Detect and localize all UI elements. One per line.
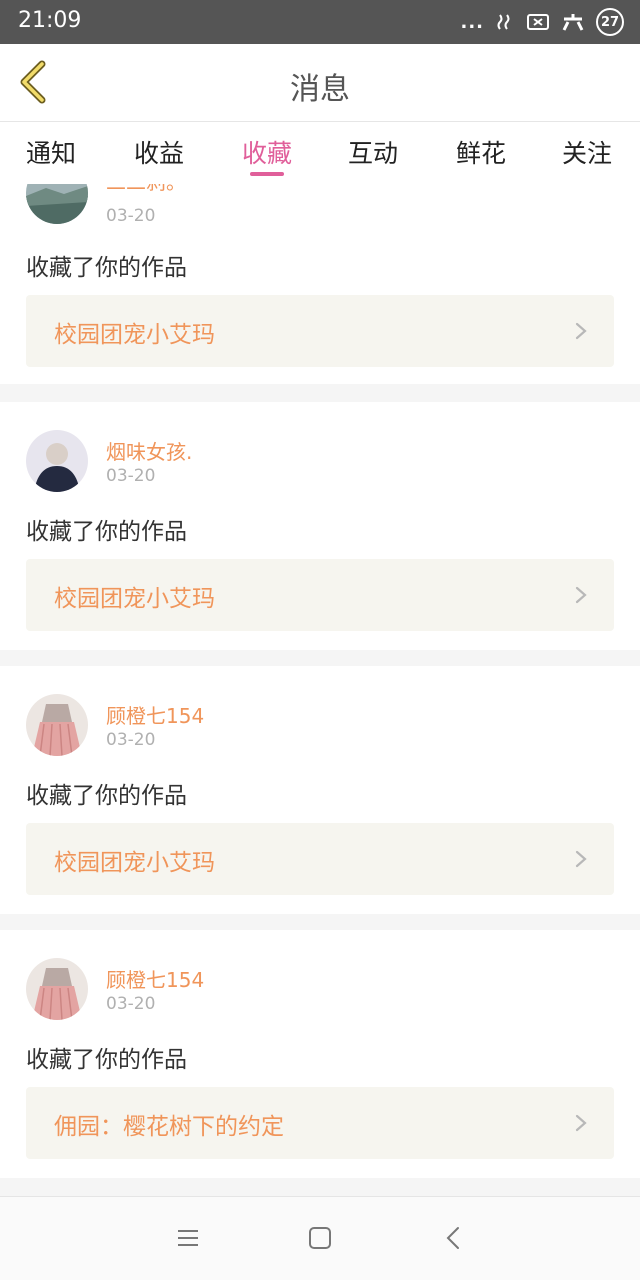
tab-notifications[interactable]: 通知 (26, 134, 76, 170)
avatar[interactable] (26, 694, 88, 756)
avatar[interactable] (26, 958, 88, 1020)
username[interactable]: 烟味女孩. (106, 436, 192, 465)
work-link[interactable]: 佣园：樱花树下的约定 (26, 1087, 614, 1159)
home-square-icon[interactable] (307, 1225, 333, 1251)
action-text: 收藏了你的作品 (26, 255, 187, 281)
date: 03-20 (106, 730, 156, 750)
tab-interactions[interactable]: 互动 (348, 134, 398, 170)
battery-icon: 27 (596, 8, 624, 36)
system-nav-bar (0, 1196, 640, 1280)
tab-bar: 通知 收益 收藏 互动 鲜花 关注 (0, 122, 640, 184)
header: 消息 (0, 44, 640, 122)
date: 03-20 (106, 994, 156, 1014)
status-time: 21:09 (18, 8, 82, 33)
chevron-right-icon (575, 850, 587, 868)
username[interactable]: 二二刹。 (106, 184, 186, 195)
status-bar: 21:09 ... 27 (0, 0, 640, 44)
date: 03-20 (106, 466, 156, 486)
list-item: 二二刹。 03-20 收藏了你的作品 校园团宠小艾玛 (0, 184, 640, 384)
work-link[interactable]: 校园团宠小艾玛 (26, 559, 614, 631)
active-tab-indicator (250, 172, 284, 176)
favorites-feed[interactable]: 二二刹。 03-20 收藏了你的作品 校园团宠小艾玛 烟味女孩. 03-20 收… (0, 184, 640, 1196)
back-arrow-icon[interactable] (441, 1225, 467, 1251)
menu-icon[interactable] (175, 1225, 201, 1251)
avatar[interactable] (26, 184, 88, 224)
chevron-right-icon (575, 1114, 587, 1132)
avatar[interactable] (26, 430, 88, 492)
network-icon (562, 14, 584, 31)
status-icons: ... 27 (460, 6, 624, 38)
work-title: 校园团宠小艾玛 (54, 586, 215, 612)
action-text: 收藏了你的作品 (26, 783, 187, 809)
work-title: 校园团宠小艾玛 (54, 322, 215, 348)
date: 03-20 (106, 206, 156, 226)
work-title: 校园团宠小艾玛 (54, 850, 215, 876)
username[interactable]: 顾橙七154 (106, 964, 204, 993)
action-text: 收藏了你的作品 (26, 519, 187, 545)
chevron-right-icon (575, 586, 587, 604)
username[interactable]: 顾橙七154 (106, 700, 204, 729)
signal-icon (497, 14, 510, 30)
work-link[interactable]: 校园团宠小艾玛 (26, 295, 614, 367)
action-text: 收藏了你的作品 (26, 1047, 187, 1073)
tab-following[interactable]: 关注 (562, 134, 612, 170)
tab-flowers[interactable]: 鲜花 (456, 134, 506, 170)
tab-earnings[interactable]: 收益 (134, 134, 184, 170)
page-title: 消息 (290, 72, 350, 107)
work-link[interactable]: 校园团宠小艾玛 (26, 823, 614, 895)
tab-favorites[interactable]: 收藏 (242, 134, 292, 170)
list-item: 顾橙七154 03-20 收藏了你的作品 佣园：樱花树下的约定 (0, 930, 640, 1178)
work-title: 佣园：樱花树下的约定 (54, 1114, 284, 1140)
more-dots: ... (460, 11, 484, 33)
close-box-icon (527, 14, 549, 30)
list-item: 烟味女孩. 03-20 收藏了你的作品 校园团宠小艾玛 (0, 402, 640, 650)
list-item: 顾橙七154 03-20 收藏了你的作品 校园团宠小艾玛 (0, 666, 640, 914)
chevron-right-icon (575, 322, 587, 340)
